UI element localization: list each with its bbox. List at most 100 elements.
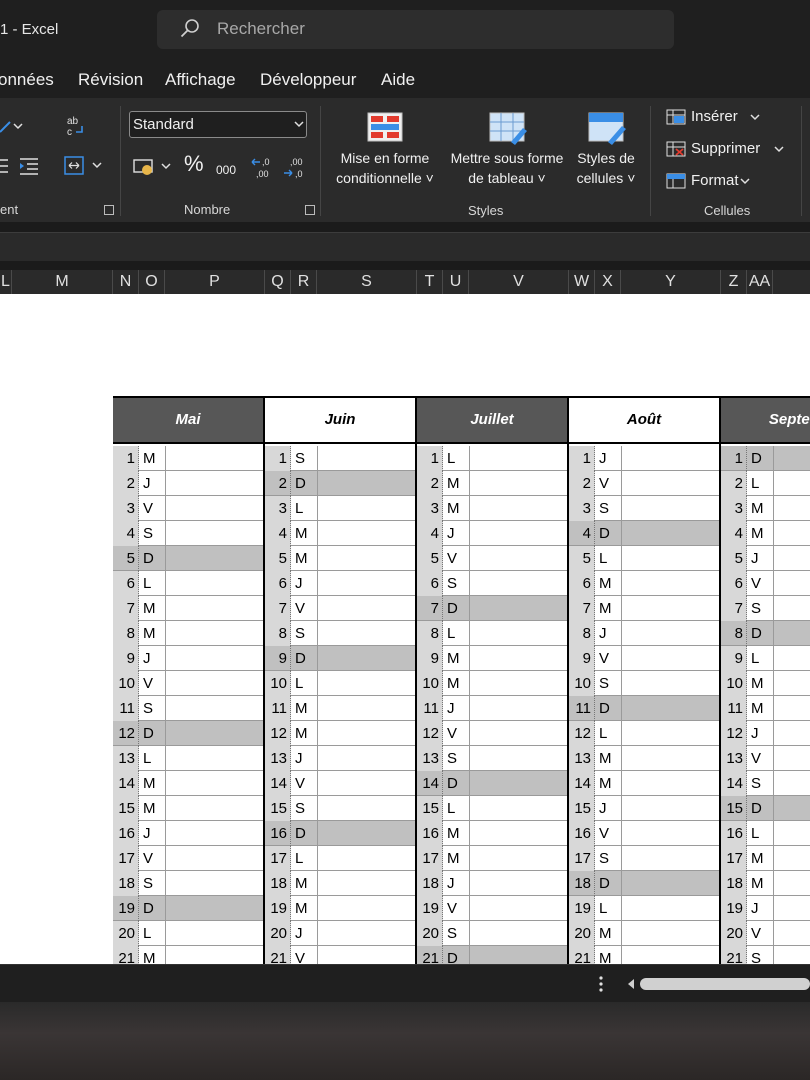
day-notes-cell[interactable] (621, 796, 622, 820)
day-row[interactable]: 11 S (113, 696, 265, 721)
day-row[interactable]: 10 V (113, 671, 265, 696)
day-row[interactable]: 3L (265, 496, 417, 521)
scroll-left-icon[interactable] (624, 977, 638, 991)
day-notes-cell[interactable] (621, 921, 622, 945)
day-notes-cell[interactable] (165, 671, 166, 695)
day-row[interactable]: 6J (265, 571, 417, 596)
month-header[interactable]: Mai (113, 396, 265, 444)
day-row[interactable]: 19 V (417, 896, 569, 921)
day-notes-cell[interactable] (469, 546, 470, 570)
day-row[interactable]: 13 J (265, 746, 417, 771)
day-notes-cell[interactable] (317, 596, 318, 620)
column-header-r[interactable]: R (291, 270, 317, 294)
day-notes-cell[interactable] (773, 946, 774, 964)
day-notes-cell[interactable] (469, 896, 470, 920)
day-row[interactable]: 21 V (265, 946, 417, 964)
day-row[interactable]: 10 M (721, 671, 810, 696)
day-row[interactable]: 9V (569, 646, 721, 671)
day-row[interactable]: 4M (265, 521, 417, 546)
day-notes-cell[interactable] (773, 771, 774, 795)
day-row[interactable]: 7S (721, 596, 810, 621)
day-notes-cell[interactable] (165, 521, 166, 545)
day-notes-cell[interactable] (621, 746, 622, 770)
day-row[interactable]: 15 J (569, 796, 721, 821)
menu-item-developpeur[interactable]: Développeur (260, 70, 356, 90)
delete-button[interactable]: Supprimer (664, 139, 790, 161)
decrease-indent-icon[interactable] (0, 156, 10, 176)
day-notes-cell[interactable] (773, 671, 774, 695)
day-row[interactable]: 7M (113, 596, 265, 621)
column-header-aa[interactable]: AA (747, 270, 773, 294)
day-row[interactable]: 20 V (721, 921, 810, 946)
column-header-u[interactable]: U (443, 270, 469, 294)
day-row[interactable]: 4J (417, 521, 569, 546)
day-notes-cell[interactable] (469, 946, 470, 964)
day-notes-cell[interactable] (469, 746, 470, 770)
number-format-select[interactable]: Standard (129, 111, 307, 138)
day-row[interactable]: 2J (113, 471, 265, 496)
day-row[interactable]: 6V (721, 571, 810, 596)
day-notes-cell[interactable] (773, 571, 774, 595)
day-notes-cell[interactable] (621, 896, 622, 920)
column-header-t[interactable]: T (417, 270, 443, 294)
menu-item-revision[interactable]: Révision (78, 70, 143, 90)
day-row[interactable]: 15 S (265, 796, 417, 821)
day-row[interactable]: 14 M (569, 771, 721, 796)
day-notes-cell[interactable] (165, 546, 166, 570)
percent-style-button[interactable]: % (184, 153, 204, 175)
day-notes-cell[interactable] (317, 896, 318, 920)
day-notes-cell[interactable] (317, 721, 318, 745)
day-notes-cell[interactable] (469, 521, 470, 545)
day-row[interactable]: 6M (569, 571, 721, 596)
increase-decimal-icon[interactable]: ,0 ,00 (250, 154, 274, 180)
day-notes-cell[interactable] (165, 496, 166, 520)
column-header-s[interactable]: S (317, 270, 417, 294)
day-row[interactable]: 20 L (113, 921, 265, 946)
day-row[interactable]: 21 S (721, 946, 810, 964)
day-row[interactable]: 16 J (113, 821, 265, 846)
day-notes-cell[interactable] (773, 921, 774, 945)
day-notes-cell[interactable] (621, 696, 622, 720)
day-row[interactable]: 7D (417, 596, 569, 621)
day-row[interactable]: 4S (113, 521, 265, 546)
day-notes-cell[interactable] (621, 521, 622, 545)
day-row[interactable]: 4D (569, 521, 721, 546)
day-notes-cell[interactable] (469, 921, 470, 945)
day-notes-cell[interactable] (773, 646, 774, 670)
day-notes-cell[interactable] (469, 771, 470, 795)
day-row[interactable]: 14 S (721, 771, 810, 796)
day-row[interactable]: 9D (265, 646, 417, 671)
day-notes-cell[interactable] (317, 821, 318, 845)
day-notes-cell[interactable] (621, 496, 622, 520)
day-row[interactable]: 14 V (265, 771, 417, 796)
day-row[interactable]: 8D (721, 621, 810, 646)
day-row[interactable]: 11 M (721, 696, 810, 721)
day-notes-cell[interactable] (317, 796, 318, 820)
column-header-p[interactable]: P (165, 270, 265, 294)
day-row[interactable]: 16 D (265, 821, 417, 846)
day-row[interactable]: 13 V (721, 746, 810, 771)
day-row[interactable]: 12 L (569, 721, 721, 746)
day-row[interactable]: 12 V (417, 721, 569, 746)
day-notes-cell[interactable] (469, 871, 470, 895)
day-row[interactable]: 5M (265, 546, 417, 571)
month-header[interactable]: Juillet (417, 396, 569, 444)
day-row[interactable]: 12 D (113, 721, 265, 746)
day-row[interactable]: 16 L (721, 821, 810, 846)
day-notes-cell[interactable] (317, 471, 318, 495)
day-notes-cell[interactable] (773, 721, 774, 745)
day-row[interactable]: 20 M (569, 921, 721, 946)
day-row[interactable]: 5V (417, 546, 569, 571)
day-row[interactable]: 12 M (265, 721, 417, 746)
day-row[interactable]: 6L (113, 571, 265, 596)
day-notes-cell[interactable] (773, 621, 774, 645)
day-row[interactable]: 11 M (265, 696, 417, 721)
day-notes-cell[interactable] (317, 646, 318, 670)
month-header[interactable]: Août (569, 396, 721, 444)
day-notes-cell[interactable] (469, 596, 470, 620)
day-row[interactable]: 8L (417, 621, 569, 646)
day-row[interactable]: 1M (113, 446, 265, 471)
day-row[interactable]: 5D (113, 546, 265, 571)
day-row[interactable]: 3M (721, 496, 810, 521)
alignment-launcher-icon[interactable] (104, 205, 114, 215)
